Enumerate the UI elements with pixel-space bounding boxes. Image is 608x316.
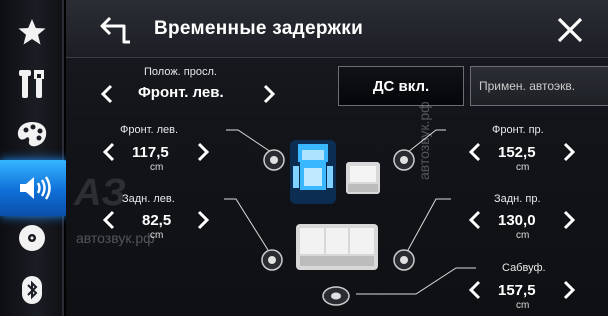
sidebar-item-tools[interactable] [0, 58, 64, 110]
rear-left-label: Задн. лев. [122, 193, 175, 205]
subwoofer-value: 157,5 [498, 282, 536, 299]
front-left-decrease-button[interactable] [100, 140, 118, 164]
rear-right-connector [407, 198, 451, 251]
sidebar [0, 0, 68, 316]
sidebar-item-bluetooth[interactable] [0, 264, 64, 316]
bluetooth-icon [22, 276, 42, 304]
palette-icon [17, 122, 47, 147]
front-left-increase-button[interactable] [194, 140, 212, 164]
rear-left-speaker-icon [261, 249, 283, 271]
watermark-text: автозвук.рф [76, 230, 155, 246]
rear-left-increase-button[interactable] [194, 208, 212, 232]
sidebar-item-disc[interactable] [0, 212, 64, 264]
main-panel: Временные задержки Полож. просл. Фронт. … [66, 0, 608, 316]
close-button[interactable] [554, 14, 586, 46]
sidebar-item-theme[interactable] [0, 108, 64, 160]
back-button[interactable] [96, 14, 136, 46]
rear-left-connector [224, 198, 269, 251]
front-right-label: Фронт. пр. [492, 124, 544, 136]
front-left-speaker-icon [263, 149, 285, 171]
rear-right-value: 130,0 [498, 212, 536, 229]
subwoofer-increase-button[interactable] [560, 278, 578, 302]
rear-right-decrease-button[interactable] [466, 208, 484, 232]
close-icon [557, 17, 583, 43]
back-arrow-icon [100, 16, 130, 44]
front-left-label: Фронт. лев. [120, 124, 179, 136]
front-left-unit: cm [150, 162, 164, 173]
page-title: Временные задержки [154, 18, 364, 39]
front-right-unit: cm [516, 162, 530, 173]
driver-seat-selected[interactable] [290, 140, 336, 204]
subwoofer-speaker-icon [322, 286, 350, 306]
rear-right-unit: cm [516, 230, 530, 241]
front-right-speaker-icon [393, 149, 415, 171]
watermark-logo: AЗ [74, 172, 126, 214]
front-right-value: 152,5 [498, 144, 536, 161]
rear-bench-seat[interactable] [296, 224, 378, 270]
front-right-decrease-button[interactable] [466, 140, 484, 164]
watermark-text-vertical: автозвук.рф [416, 101, 432, 180]
rear-left-value: 82,5 [142, 212, 172, 229]
disc-icon [19, 225, 45, 251]
subwoofer-connector [356, 267, 476, 295]
sidebar-item-favorites[interactable] [0, 6, 64, 58]
sidebar-item-audio[interactable] [0, 160, 68, 216]
subwoofer-decrease-button[interactable] [466, 278, 484, 302]
listening-position-value: Фронт. лев. [138, 84, 224, 101]
apply-auto-eq-button[interactable]: Примен. автоэкв. [470, 66, 608, 106]
passenger-seat[interactable] [346, 162, 380, 194]
rear-right-speaker-icon [393, 249, 415, 271]
listening-position-label: Полож. просл. [144, 66, 217, 78]
listening-position-prev-button[interactable] [98, 82, 116, 106]
tools-icon [19, 70, 44, 98]
front-right-increase-button[interactable] [560, 140, 578, 164]
dc-toggle-button[interactable]: ДС вкл. [338, 66, 464, 106]
front-left-connector [226, 129, 272, 153]
front-left-value: 117,5 [132, 144, 169, 161]
star-icon [18, 19, 46, 45]
subwoofer-unit: cm [516, 300, 530, 311]
header-bar: Временные задержки [66, 0, 608, 58]
speaker-icon [20, 176, 51, 200]
listening-position-next-button[interactable] [260, 82, 278, 106]
rear-right-increase-button[interactable] [560, 208, 578, 232]
rear-right-label: Задн. пр. [494, 193, 541, 205]
subwoofer-label: Сабвуф. [502, 262, 546, 274]
